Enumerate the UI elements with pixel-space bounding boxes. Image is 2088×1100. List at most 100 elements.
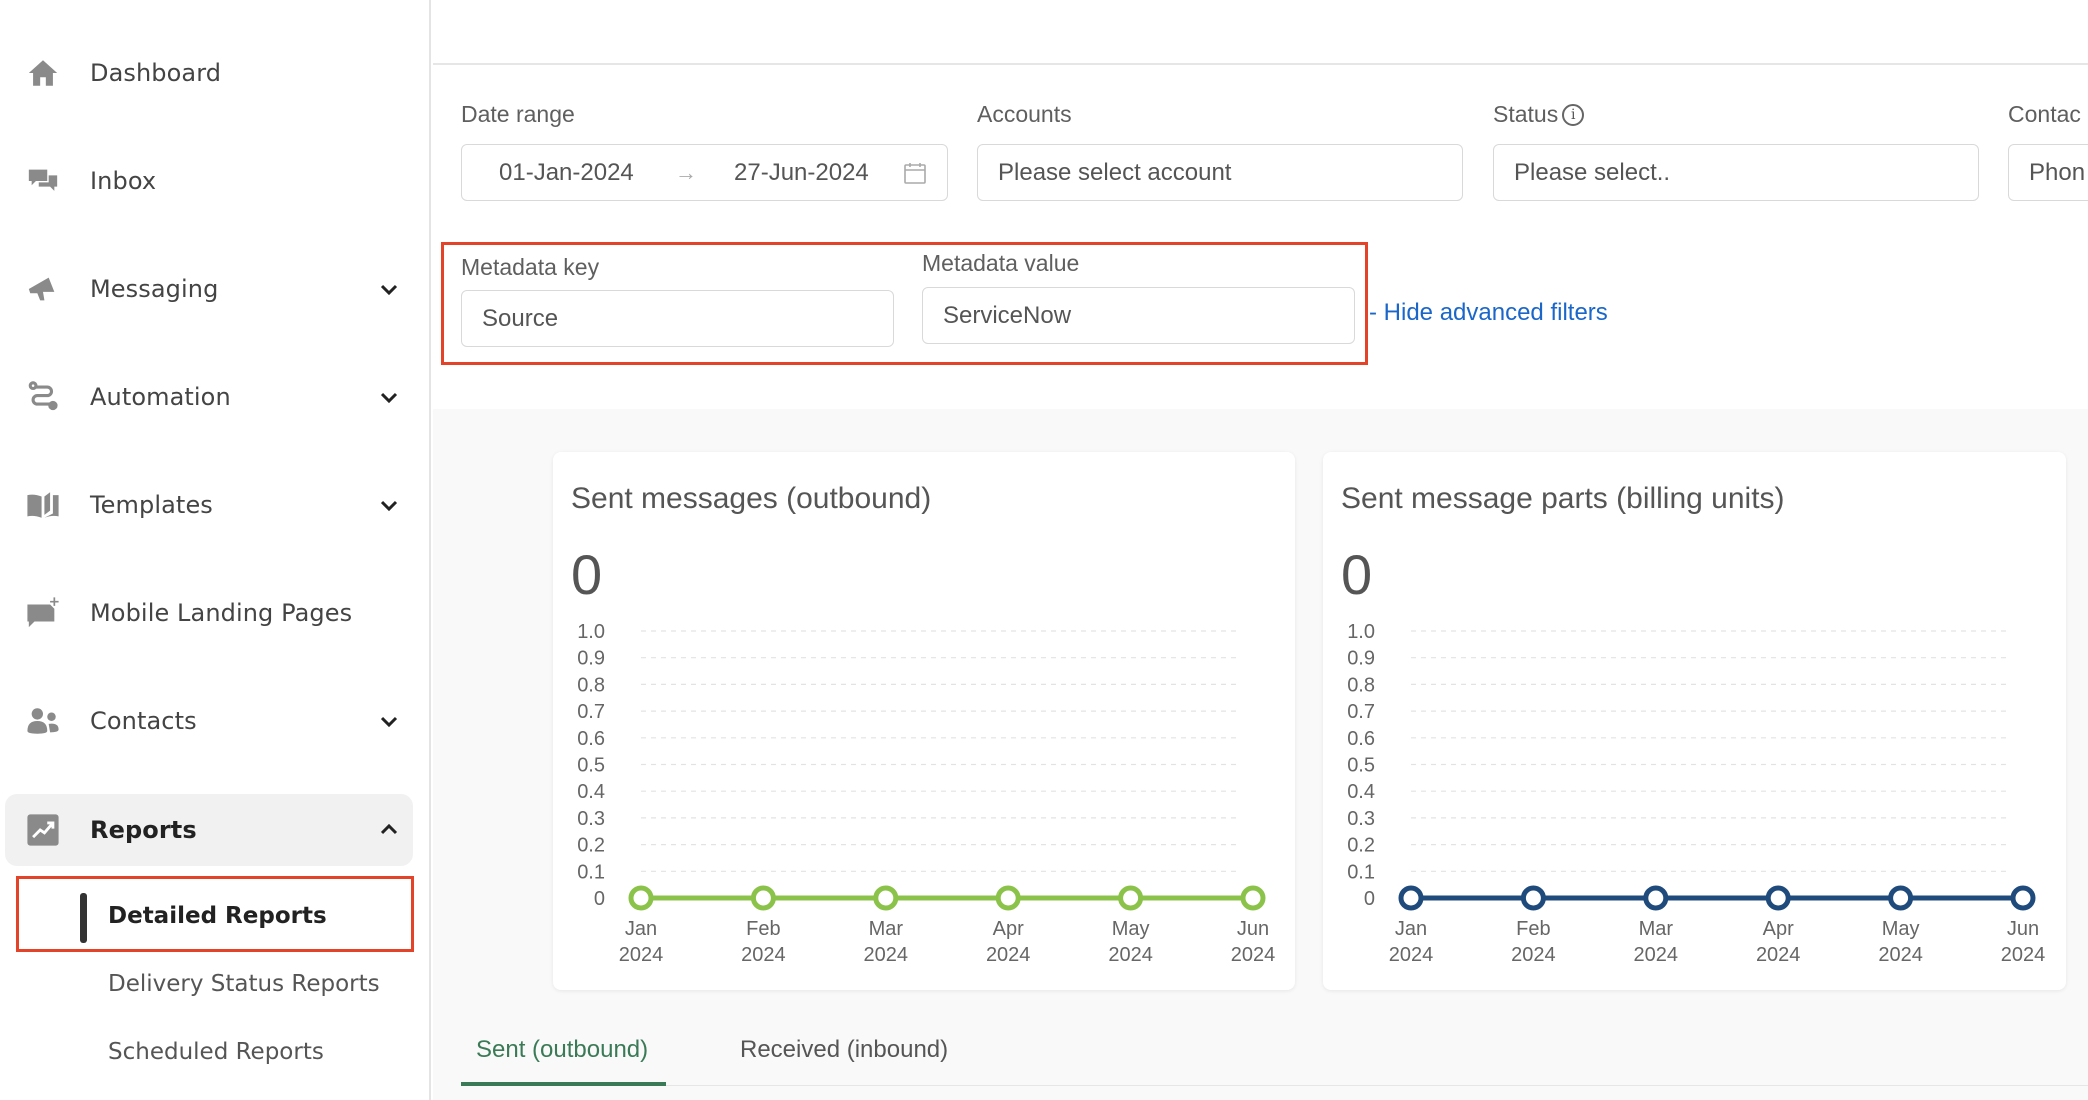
tab-sent-outbound[interactable]: Sent (outbound) [476, 1036, 648, 1064]
chat-plus-icon [25, 595, 61, 631]
active-tab-indicator [461, 1082, 666, 1086]
tab-received-inbound[interactable]: Received (inbound) [740, 1036, 948, 1064]
highlight-box [16, 876, 414, 952]
y-tick-label: 0.2 [1347, 835, 1375, 857]
x-tick-label: 2024 [1756, 944, 1801, 966]
sidebar-item-inbox[interactable]: Inbox [5, 145, 413, 217]
y-tick-label: 0.4 [577, 781, 605, 803]
status-label-text: Status [1493, 101, 1559, 127]
data-point[interactable] [1398, 885, 1424, 911]
x-tick-label: Jan [1395, 918, 1427, 940]
date-range-picker[interactable]: 01-Jan-2024 → 27-Jun-2024 [461, 144, 948, 201]
x-tick-label: 2024 [1231, 944, 1276, 966]
x-tick-label: Apr [1763, 918, 1794, 940]
date-start-value[interactable]: 01-Jan-2024 [499, 159, 634, 187]
y-tick-label: 0.7 [1347, 701, 1375, 723]
sidebar-item-messaging[interactable]: Messaging [5, 253, 413, 325]
sidebar-subitem-scheduled-reports[interactable]: Scheduled Reports [108, 1039, 324, 1065]
y-tick-label: 0 [594, 888, 605, 910]
contact-value: Phon [2029, 158, 2086, 186]
data-point[interactable] [1118, 885, 1144, 911]
x-tick-label: Feb [746, 918, 780, 940]
data-point[interactable] [2010, 885, 2036, 911]
contact-select[interactable]: Phon [2008, 144, 2088, 201]
date-range-label-text: Date range [461, 101, 575, 127]
info-icon[interactable]: i [1562, 103, 1585, 126]
chevron-down-icon[interactable] [377, 709, 401, 733]
x-tick-label: 2024 [1878, 944, 1923, 966]
sidebar-subitem-delivery-status-reports[interactable]: Delivery Status Reports [108, 971, 380, 997]
sidebar-item-label: Messaging [90, 275, 219, 303]
x-tick-label: 2024 [1389, 944, 1434, 966]
x-tick-label: Apr [993, 918, 1024, 940]
y-tick-label: 0.2 [577, 835, 605, 857]
x-tick-label: Jun [1237, 918, 1269, 940]
contact-label: Contac [2008, 101, 2081, 128]
y-tick-label: 0.7 [577, 701, 605, 723]
date-end-value[interactable]: 27-Jun-2024 [734, 159, 869, 187]
sidebar-item-dashboard[interactable]: Dashboard [5, 37, 413, 109]
chevron-down-icon[interactable] [377, 493, 401, 517]
chevron-down-icon[interactable] [377, 385, 401, 409]
data-point[interactable] [995, 885, 1021, 911]
data-point[interactable] [628, 885, 654, 911]
y-tick-label: 0.8 [1347, 674, 1375, 696]
data-point[interactable] [1888, 885, 1914, 911]
arrow-right-icon: → [675, 159, 697, 185]
y-tick-label: 0.9 [1347, 648, 1375, 670]
data-point[interactable] [1765, 885, 1791, 911]
sidebar-item-contacts[interactable]: Contacts [5, 685, 413, 757]
users-icon [25, 703, 61, 739]
calendar-icon[interactable] [903, 161, 927, 185]
y-tick-label: 0.1 [577, 861, 605, 883]
data-point[interactable] [873, 885, 899, 911]
sidebar-item-templates[interactable]: Templates [5, 469, 413, 541]
y-tick-label: 0.6 [577, 728, 605, 750]
x-tick-label: Mar [1639, 918, 1674, 940]
metadata-value-input[interactable]: ServiceNow [922, 287, 1355, 344]
x-tick-label: 2024 [986, 944, 1030, 966]
hide-advanced-filters-link[interactable]: - Hide advanced filters [1369, 299, 1608, 327]
accounts-select[interactable]: Please select account [977, 144, 1463, 201]
y-tick-label: 0.5 [1347, 755, 1375, 777]
contact-label-text: Contac [2008, 101, 2081, 127]
data-point[interactable] [1240, 885, 1266, 911]
accounts-placeholder: Please select account [998, 158, 1232, 186]
data-point[interactable] [1520, 885, 1546, 911]
data-point[interactable] [1643, 885, 1669, 911]
x-tick-label: Feb [1516, 918, 1550, 940]
sidebar-item-label: Automation [90, 383, 231, 411]
sent-messages-card: Sent messages (outbound) 0 1.0 0.9 0.8 0.7 0… [553, 452, 1295, 990]
accounts-label: Accounts [977, 101, 1072, 128]
trending-chart-icon [25, 812, 61, 848]
y-tick-label: 0.3 [577, 808, 605, 830]
sidebar-item-reports[interactable]: Reports [5, 794, 413, 866]
x-tick-label: Mar [869, 918, 904, 940]
x-tick-label: Jun [2007, 918, 2039, 940]
top-bar [433, 0, 2088, 65]
sidebar-item-mobile-landing-pages[interactable]: Mobile Landing Pages [5, 577, 413, 649]
sidebar: Dashboard Inbox Messaging Automation Tem… [0, 0, 431, 1100]
y-tick-label: 1.0 [577, 621, 605, 643]
megaphone-icon [25, 271, 61, 307]
chevron-up-icon[interactable] [377, 818, 401, 842]
chat-bubbles-icon [25, 163, 61, 199]
sidebar-item-label: Dashboard [90, 59, 222, 87]
tabs-divider [666, 1085, 2088, 1086]
x-tick-label: 2024 [2001, 944, 2046, 966]
x-tick-label: 2024 [741, 944, 786, 966]
status-select[interactable]: Please select.. [1493, 144, 1979, 201]
y-tick-label: 0.9 [577, 648, 605, 670]
sidebar-item-label: Reports [90, 816, 197, 844]
metadata-value-label-text: Metadata value [922, 250, 1080, 276]
route-icon [25, 379, 61, 415]
chevron-down-icon[interactable] [377, 277, 401, 301]
metadata-value-value: ServiceNow [943, 301, 1072, 329]
x-tick-label: 2024 [1511, 944, 1556, 966]
data-point[interactable] [750, 885, 776, 911]
accounts-label-text: Accounts [977, 101, 1072, 127]
sidebar-item-automation[interactable]: Automation [5, 361, 413, 433]
y-tick-label: 0.6 [1347, 728, 1375, 750]
metadata-key-input[interactable]: Source [461, 290, 894, 347]
y-tick-label: 0.1 [1347, 861, 1375, 883]
